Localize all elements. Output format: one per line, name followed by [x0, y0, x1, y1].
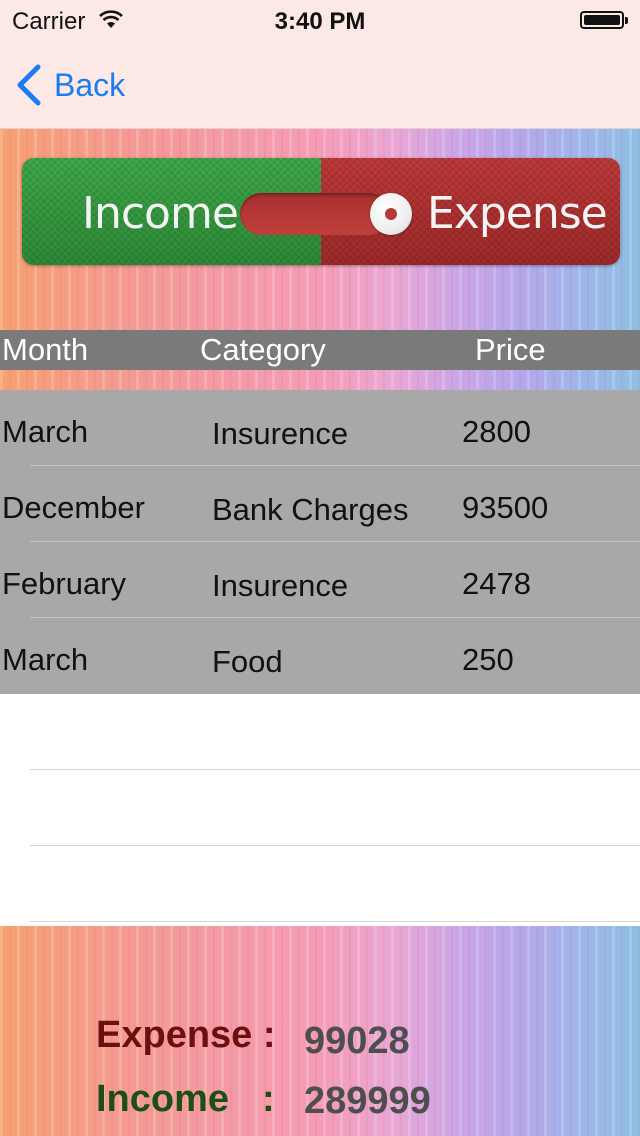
- row-price: 93500: [462, 490, 549, 525]
- row-month: March: [2, 414, 89, 449]
- back-button[interactable]: Back: [14, 62, 125, 108]
- table-row[interactable]: March Food 250: [0, 618, 640, 694]
- status-bar: Carrier 3:40 PM: [0, 0, 640, 40]
- row-price: 2478: [462, 566, 531, 601]
- row-month: February: [2, 566, 127, 601]
- toggle-income-label: Income: [82, 188, 239, 239]
- summary-footer: Expense : 99028 Income : 289999: [0, 926, 640, 1136]
- table-row[interactable]: February Insurence 2478: [0, 542, 640, 618]
- empty-row: [0, 846, 640, 922]
- clock: 3:40 PM: [274, 8, 366, 35]
- header-price: Price: [475, 332, 546, 367]
- row-month: December: [2, 490, 145, 525]
- row-category: Bank Charges: [212, 492, 409, 527]
- toggle-track: [240, 193, 390, 235]
- row-month: March: [2, 642, 89, 677]
- chevron-left-icon: [17, 64, 41, 106]
- table-header: Month Category Price: [0, 330, 640, 370]
- toggle-knob[interactable]: [370, 193, 412, 235]
- background-band-gap: [0, 370, 640, 390]
- income-expense-toggle[interactable]: Income Expense: [22, 158, 620, 265]
- income-total-value: 289999: [304, 1080, 431, 1122]
- empty-row: [0, 770, 640, 846]
- header-month: Month: [2, 332, 89, 367]
- row-price: 2800: [462, 414, 531, 449]
- income-total-colon: :: [262, 1078, 275, 1120]
- income-total-label: Income: [96, 1078, 230, 1120]
- battery-icon: [580, 11, 628, 29]
- back-label: Back: [54, 66, 126, 103]
- table-row[interactable]: March Insurence 2800: [0, 390, 640, 466]
- row-category: Food: [212, 644, 283, 679]
- expense-total-value: 99028: [304, 1020, 410, 1062]
- header-category: Category: [200, 332, 326, 367]
- expense-table: March Insurence 2800 December Bank Charg…: [0, 390, 640, 922]
- row-price: 250: [462, 642, 514, 677]
- expense-total-label: Expense :: [96, 1014, 276, 1056]
- toggle-expense-label: Expense: [427, 188, 608, 239]
- empty-row: [0, 694, 640, 770]
- row-category: Insurence: [212, 568, 349, 603]
- table-row[interactable]: December Bank Charges 93500: [0, 466, 640, 542]
- row-separator: [30, 921, 640, 922]
- row-category: Insurence: [212, 416, 349, 451]
